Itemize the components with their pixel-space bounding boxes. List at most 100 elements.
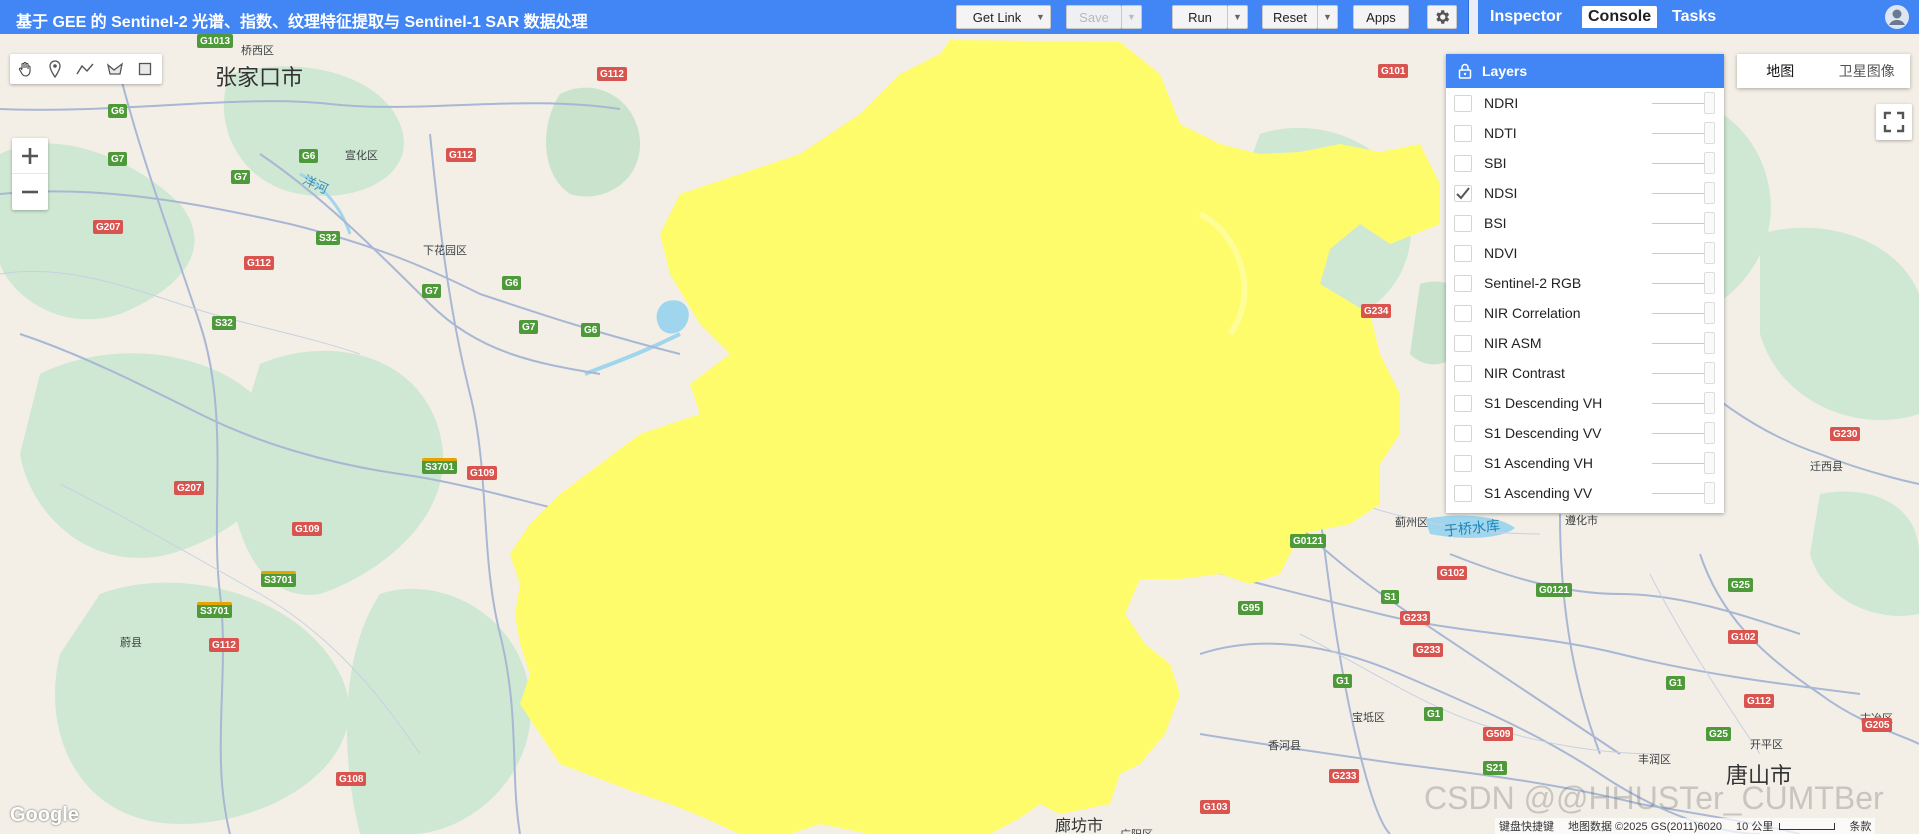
layer-visibility-checkbox[interactable]	[1454, 455, 1472, 472]
tab-inspector[interactable]: Inspector	[1484, 6, 1568, 28]
layer-visibility-checkbox[interactable]	[1454, 395, 1472, 412]
layer-row[interactable]: NDRI	[1446, 88, 1724, 118]
layer-visibility-checkbox[interactable]	[1454, 485, 1472, 502]
rectangle-tool[interactable]	[130, 54, 160, 84]
layer-opacity-handle[interactable]	[1704, 272, 1715, 294]
layer-row[interactable]: NIR Contrast	[1446, 358, 1724, 388]
road-shield: G7	[519, 320, 539, 334]
fullscreen-button[interactable]	[1876, 104, 1912, 140]
layer-row[interactable]: SBI	[1446, 148, 1724, 178]
layer-visibility-checkbox[interactable]	[1454, 125, 1472, 142]
lock-icon[interactable]	[1458, 63, 1472, 79]
apps-button[interactable]: Apps	[1353, 5, 1409, 29]
gear-icon	[1436, 10, 1450, 24]
layer-opacity-slider[interactable]	[1652, 493, 1704, 494]
layer-opacity-handle[interactable]	[1704, 242, 1715, 264]
map-type-satellite[interactable]: 卫星图像	[1824, 54, 1911, 88]
layer-row[interactable]: BSI	[1446, 208, 1724, 238]
layer-visibility-checkbox[interactable]	[1454, 185, 1472, 202]
tab-tasks[interactable]: Tasks	[1666, 6, 1722, 28]
road-shield: G112	[244, 256, 274, 270]
layer-row[interactable]: NDTI	[1446, 118, 1724, 148]
layer-row[interactable]: Sentinel-2 RGB	[1446, 268, 1724, 298]
scale-bar[interactable]: 10 公里	[1736, 818, 1836, 834]
layer-row[interactable]: S1 Ascending VV	[1446, 478, 1724, 508]
layer-row[interactable]: S1 Descending VH	[1446, 388, 1724, 418]
layer-opacity-handle[interactable]	[1704, 452, 1715, 474]
keyboard-shortcuts-link[interactable]: 键盘快捷键	[1499, 818, 1554, 834]
layer-opacity-slider[interactable]	[1652, 193, 1704, 194]
save-button[interactable]: Save	[1066, 5, 1122, 29]
layer-visibility-checkbox[interactable]	[1454, 275, 1472, 292]
layer-opacity-slider[interactable]	[1652, 433, 1704, 434]
layer-visibility-checkbox[interactable]	[1454, 365, 1472, 382]
place-label: 蔚县	[120, 637, 142, 649]
drawing-tools	[10, 54, 162, 84]
layer-opacity-handle[interactable]	[1704, 332, 1715, 354]
terms-link[interactable]: 条款	[1849, 818, 1871, 834]
get-link-button[interactable]: Get Link	[956, 5, 1038, 29]
layer-name: S1 Ascending VV	[1484, 485, 1593, 501]
avatar-icon[interactable]	[1884, 4, 1910, 30]
zoom-in-button[interactable]	[12, 138, 48, 174]
layer-opacity-handle[interactable]	[1704, 122, 1715, 144]
layer-visibility-checkbox[interactable]	[1454, 335, 1472, 352]
place-label: 丰润区	[1638, 754, 1671, 766]
chevron-down-icon: ▼	[1036, 12, 1045, 22]
tab-console[interactable]: Console	[1582, 6, 1658, 28]
zoom-out-button[interactable]	[12, 174, 48, 210]
pan-tool[interactable]	[10, 54, 40, 84]
layer-opacity-slider[interactable]	[1652, 313, 1704, 314]
run-dropdown[interactable]: ▼	[1228, 5, 1248, 29]
layer-opacity-slider[interactable]	[1652, 403, 1704, 404]
layer-opacity-slider[interactable]	[1652, 223, 1704, 224]
layer-row[interactable]: S1 Descending VV	[1446, 418, 1724, 448]
save-dropdown[interactable]: ▼	[1122, 5, 1142, 29]
map-type-map[interactable]: 地图	[1737, 54, 1824, 88]
get-link-dropdown[interactable]: ▼	[1031, 5, 1051, 29]
layer-opacity-slider[interactable]	[1652, 103, 1704, 104]
layer-opacity-handle[interactable]	[1704, 422, 1715, 444]
layer-row[interactable]: NIR ASM	[1446, 328, 1724, 358]
reset-dropdown[interactable]: ▼	[1318, 5, 1338, 29]
layer-opacity-slider[interactable]	[1652, 133, 1704, 134]
layer-opacity-handle[interactable]	[1704, 392, 1715, 414]
layer-opacity-handle[interactable]	[1704, 182, 1715, 204]
layer-opacity-slider[interactable]	[1652, 283, 1704, 284]
point-tool[interactable]	[40, 54, 70, 84]
layers-panel: Layers NDRI NDTI SBI NDSI BSI NDVI Sentinel-2 …	[1446, 54, 1724, 513]
layer-visibility-checkbox[interactable]	[1454, 215, 1472, 232]
layer-row[interactable]: NDVI	[1446, 238, 1724, 268]
polygon-tool[interactable]	[100, 54, 130, 84]
road-shield: G108	[336, 772, 367, 786]
layer-opacity-handle[interactable]	[1704, 92, 1715, 114]
layers-header[interactable]: Layers	[1446, 54, 1724, 88]
layer-opacity-handle[interactable]	[1704, 362, 1715, 384]
run-button[interactable]: Run	[1172, 5, 1228, 29]
layer-visibility-checkbox[interactable]	[1454, 95, 1472, 112]
layer-opacity-slider[interactable]	[1652, 253, 1704, 254]
place-label: 宣化区	[345, 150, 378, 162]
settings-button[interactable]	[1427, 5, 1457, 29]
layer-opacity-handle[interactable]	[1704, 482, 1715, 504]
layer-opacity-slider[interactable]	[1652, 463, 1704, 464]
reset-button[interactable]: Reset	[1262, 5, 1318, 29]
layer-row[interactable]: S1 Ascending VH	[1446, 448, 1724, 478]
layer-visibility-checkbox[interactable]	[1454, 305, 1472, 322]
layer-opacity-handle[interactable]	[1704, 212, 1715, 234]
layer-visibility-checkbox[interactable]	[1454, 155, 1472, 172]
layer-visibility-checkbox[interactable]	[1454, 425, 1472, 442]
layer-name: S1 Descending VH	[1484, 395, 1603, 411]
place-label: 下花园区	[423, 245, 467, 257]
layer-opacity-slider[interactable]	[1652, 343, 1704, 344]
map-attribution: 键盘快捷键 地图数据 ©2025 GS(2011)6020 10 公里 条款	[1495, 818, 1876, 834]
layer-opacity-slider[interactable]	[1652, 163, 1704, 164]
panel-splitter[interactable]	[1469, 0, 1478, 34]
layer-opacity-handle[interactable]	[1704, 302, 1715, 324]
layer-visibility-checkbox[interactable]	[1454, 245, 1472, 262]
layer-opacity-handle[interactable]	[1704, 152, 1715, 174]
layer-row[interactable]: NDSI	[1446, 178, 1724, 208]
layer-row[interactable]: NIR Correlation	[1446, 298, 1724, 328]
line-tool[interactable]	[70, 54, 100, 84]
layer-opacity-slider[interactable]	[1652, 373, 1704, 374]
